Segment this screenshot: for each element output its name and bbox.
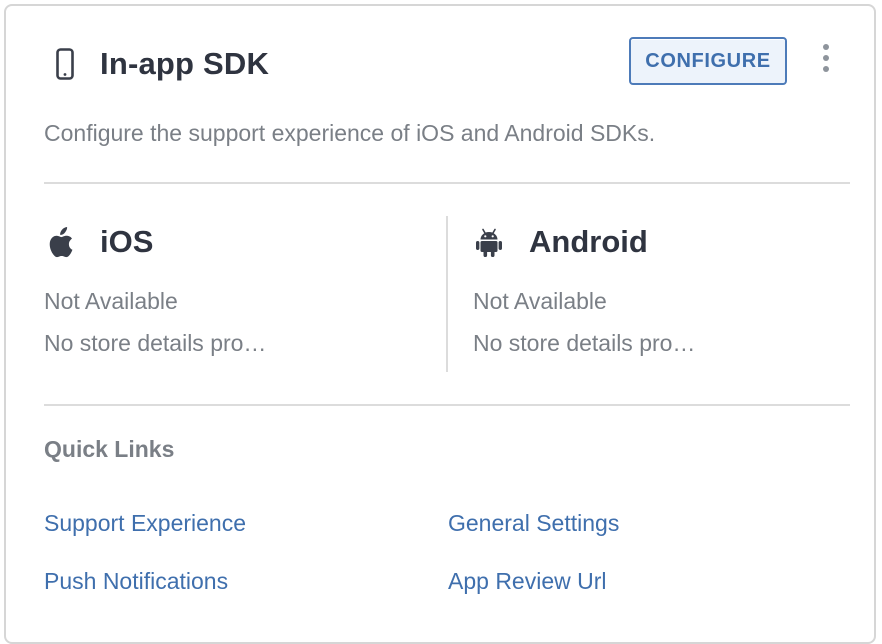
platform-name-ios: iOS [100, 224, 154, 259]
push-notifications-link[interactable]: Push Notifications [44, 568, 228, 595]
quick-links-title: Quick Links [44, 436, 175, 462]
platform-name-android: Android [529, 224, 648, 259]
divider [44, 182, 850, 184]
mobile-phone-icon [56, 48, 74, 80]
platform-status-android: Not Available [473, 288, 607, 314]
platform-ios: iOS Not Available No store details pro… [44, 222, 434, 356]
platform-store-android: No store details pro… [473, 330, 696, 356]
configure-button[interactable]: CONFIGURE [629, 37, 787, 85]
in-app-sdk-card: In-app SDK CONFIGURE Configure the suppo… [4, 4, 876, 644]
card-description: Configure the support experience of iOS … [44, 120, 656, 146]
card-title: In-app SDK [100, 46, 270, 81]
divider [44, 404, 850, 406]
platform-status-ios: Not Available [44, 288, 178, 314]
apple-icon [46, 227, 74, 264]
general-settings-link[interactable]: General Settings [448, 510, 619, 537]
app-review-url-link[interactable]: App Review Url [448, 568, 607, 595]
platform-store-ios: No store details pro… [44, 330, 267, 356]
support-experience-link[interactable]: Support Experience [44, 510, 246, 537]
more-options-icon[interactable] [818, 44, 834, 78]
android-icon [475, 227, 503, 264]
platform-android: Android Not Available No store details p… [473, 222, 863, 356]
card-header: In-app SDK CONFIGURE [6, 6, 874, 122]
vertical-divider [446, 216, 448, 372]
